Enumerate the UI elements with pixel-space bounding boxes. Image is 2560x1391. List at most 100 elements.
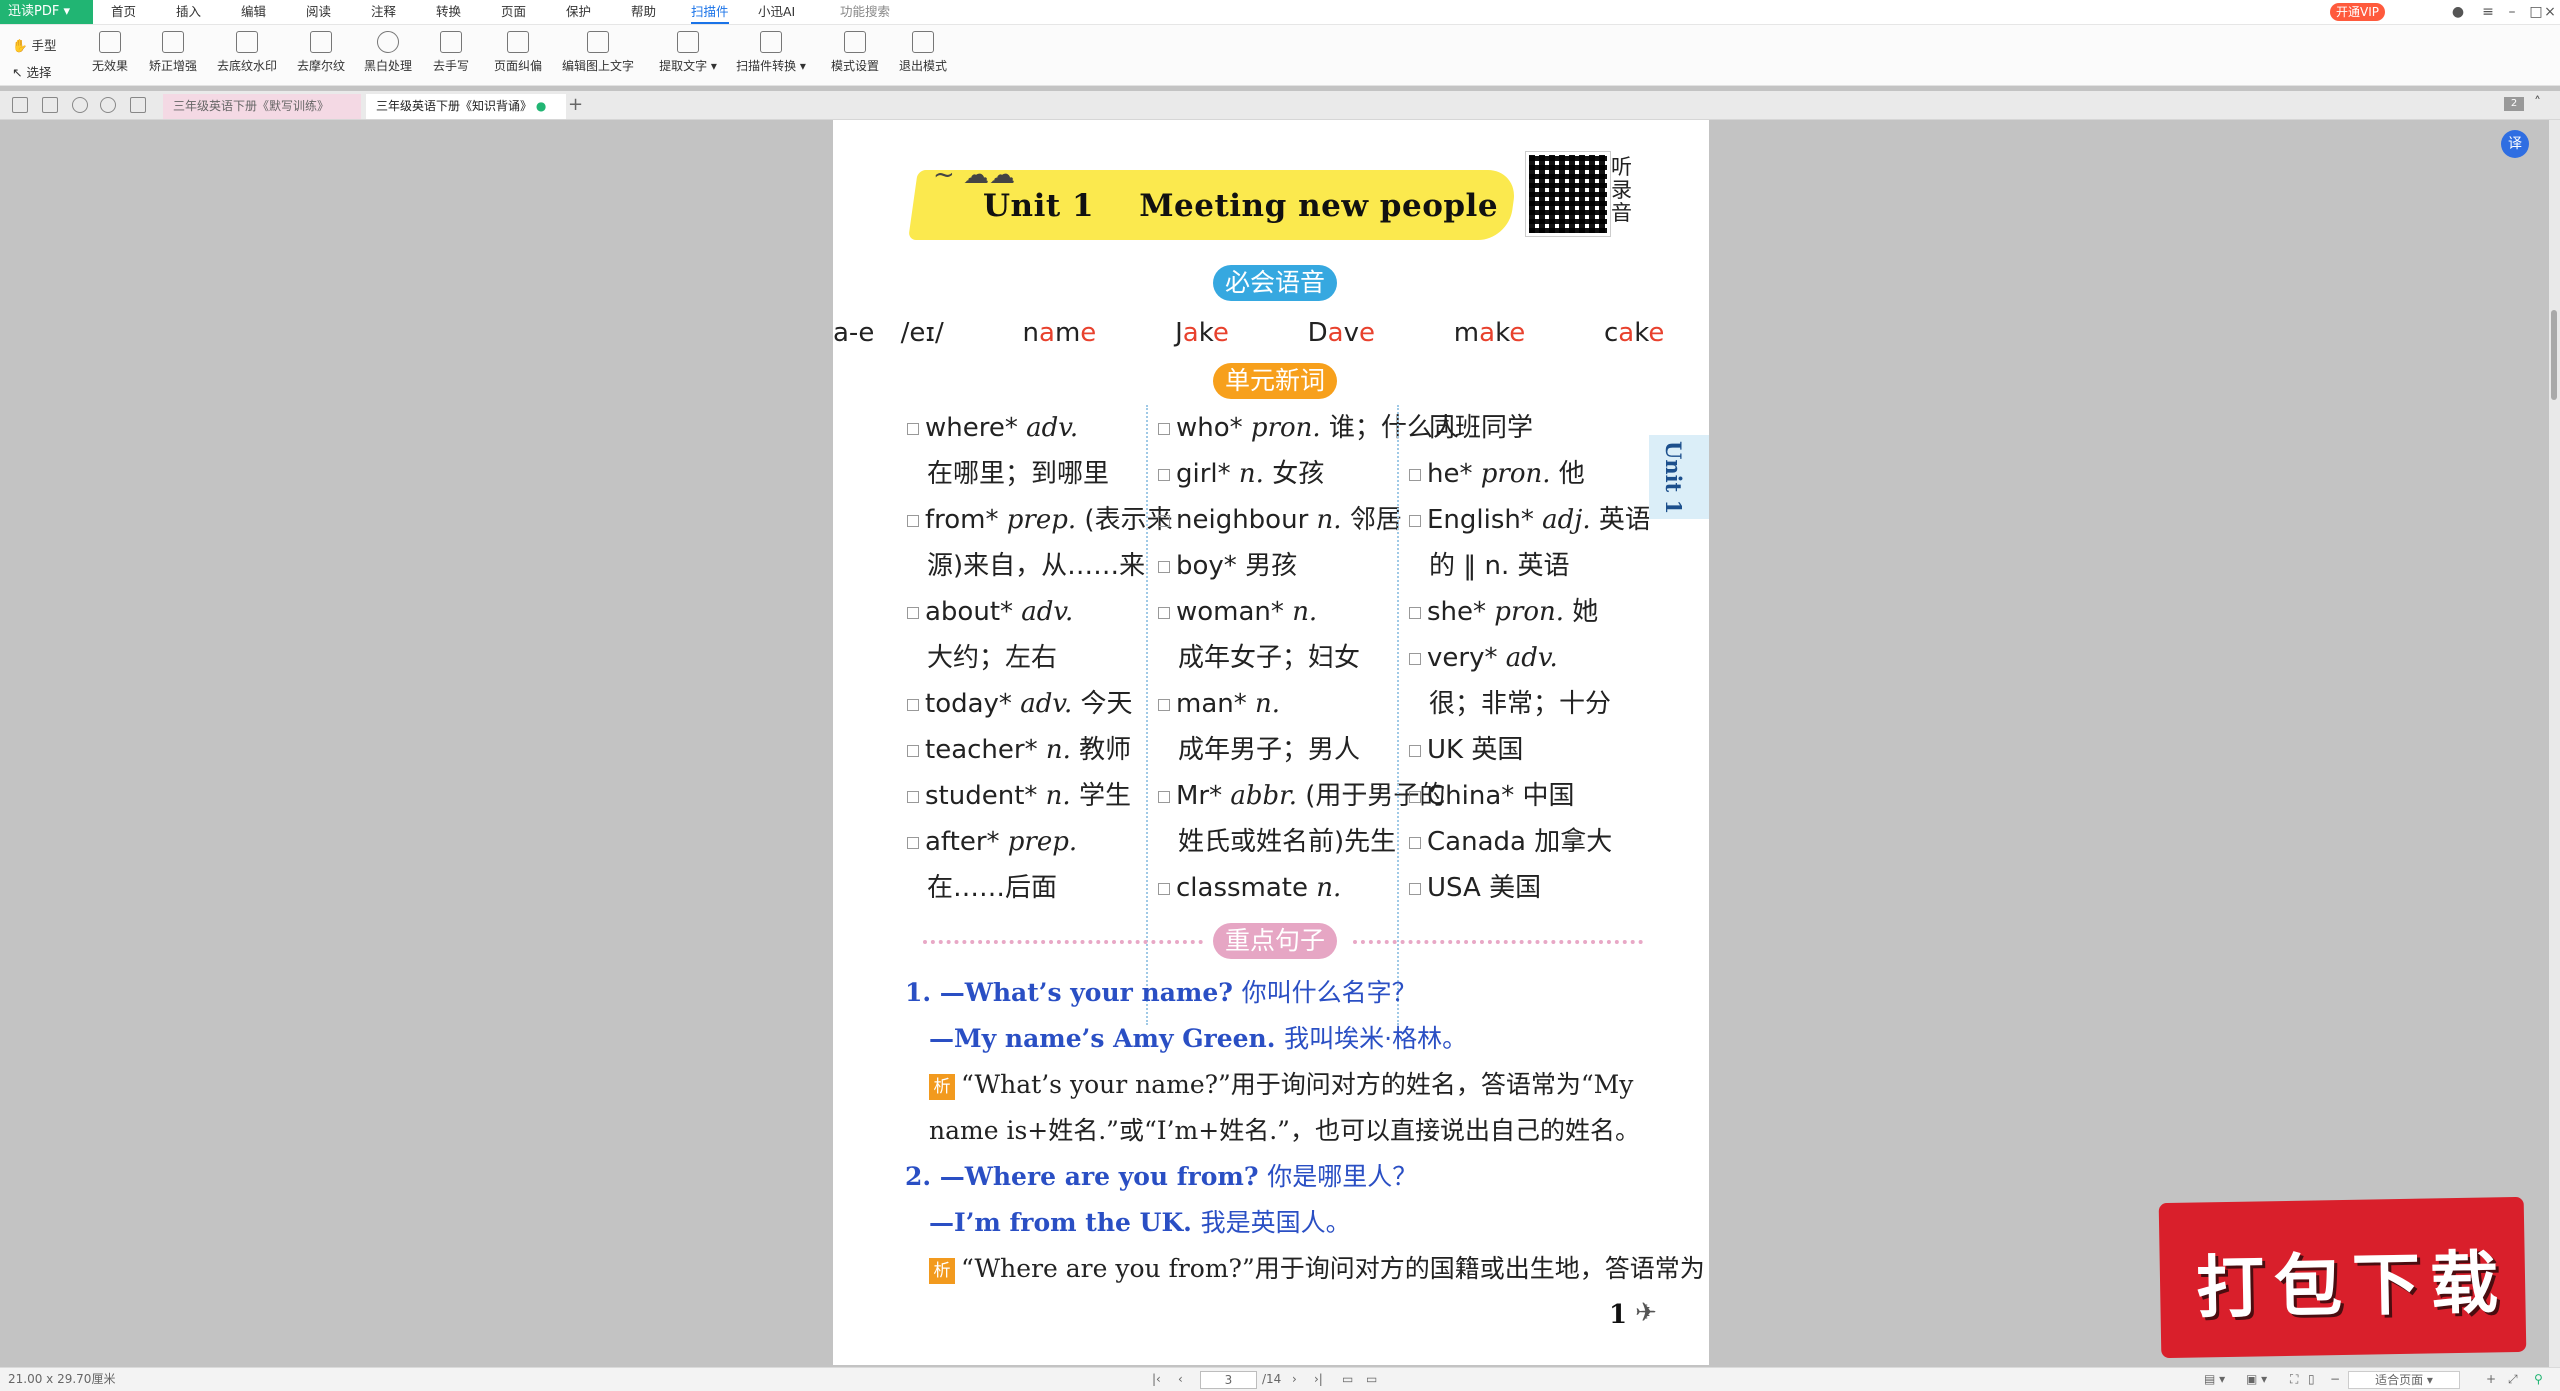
vocab-meaning: 英国 <box>1471 735 1524 765</box>
menu-annotate[interactable]: 注释 <box>371 0 396 24</box>
menu-protect[interactable]: 保护 <box>566 0 591 24</box>
save-icon[interactable] <box>42 97 58 113</box>
qr-code[interactable] <box>1526 152 1610 236</box>
last-page-button[interactable]: ›| <box>1314 1368 1323 1391</box>
phonics-part: m <box>1054 318 1081 348</box>
checkbox-icon[interactable] <box>1158 422 1170 435</box>
vocab-row: 成年女子；妇女 <box>1158 635 1398 681</box>
fit-width-icon[interactable]: ▭ <box>1342 1368 1353 1391</box>
checkbox-icon[interactable] <box>1409 744 1421 757</box>
translate-float-button[interactable]: 译 <box>2501 130 2529 158</box>
vocab-row: girl* n. 女孩 <box>1158 451 1398 497</box>
fit-page-icon[interactable]: ⤢ <box>2508 1368 2518 1391</box>
page-deskew-button[interactable]: 页面纠偏 <box>478 31 558 74</box>
menu-edit[interactable]: 编辑 <box>241 0 266 24</box>
vip-button[interactable]: 开通VIP <box>2330 3 2385 21</box>
vocab-word: neighbour <box>1176 505 1317 535</box>
scrollbar-thumb[interactable] <box>2551 310 2557 400</box>
phonics-part: m <box>1375 318 1480 348</box>
tab-count-badge[interactable]: 2 <box>2504 97 2524 111</box>
first-page-button[interactable]: |‹ <box>1152 1368 1161 1391</box>
close-button[interactable]: × <box>2538 0 2560 24</box>
checkbox-icon[interactable] <box>907 422 919 435</box>
next-page-button[interactable]: › <box>1292 1368 1297 1391</box>
page-number-input[interactable]: 3 <box>1200 1371 1257 1389</box>
vocab-word: English* <box>1427 505 1543 535</box>
redo-icon[interactable] <box>100 97 116 113</box>
eye-care-icon[interactable]: ⚲ <box>2534 1368 2543 1391</box>
select-tool[interactable]: ↖ 选择 <box>12 62 51 81</box>
print-icon[interactable] <box>12 97 28 113</box>
download-promo-banner[interactable]: 打包下载 <box>2158 1196 2527 1359</box>
paper-plane-icon: ✈ <box>1635 1298 1657 1328</box>
new-tab-button[interactable]: + <box>568 94 583 115</box>
checkbox-icon[interactable] <box>1158 514 1170 527</box>
collapse-icon[interactable]: ˄ <box>2534 95 2541 111</box>
checkbox-icon[interactable] <box>1409 606 1421 619</box>
tab-knowledge-recitation[interactable]: 三年级英语下册《知识背诵》 ● <box>366 94 566 119</box>
zoom-in-button[interactable]: + <box>2486 1368 2496 1391</box>
minimize-button[interactable]: – <box>2500 0 2524 24</box>
exit-mode-button[interactable]: 退出模式 <box>883 31 963 74</box>
edit-image-text-button[interactable]: 编辑图上文字 <box>558 31 638 74</box>
prev-page-button[interactable]: ‹ <box>1178 1368 1183 1391</box>
menu-scan[interactable]: 扫描件 <box>691 0 729 24</box>
phonics-part: v <box>1343 318 1359 348</box>
extract-text-button[interactable]: 提取文字 ▾ <box>648 31 728 74</box>
checkbox-icon[interactable] <box>1158 882 1170 895</box>
vocab-word: today* <box>925 689 1021 719</box>
vocab-word: classmate <box>1176 873 1317 903</box>
avatar[interactable]: ● <box>2446 0 2470 24</box>
vocab-row: 在……后面 <box>907 865 1147 911</box>
checkbox-icon[interactable] <box>907 606 919 619</box>
menu-page[interactable]: 页面 <box>501 0 526 24</box>
checkbox-icon[interactable] <box>1409 882 1421 895</box>
checkbox-icon[interactable] <box>1158 790 1170 803</box>
checkbox-icon[interactable] <box>1158 468 1170 481</box>
vocab-pos: pron. <box>1494 597 1573 627</box>
checkbox-icon[interactable] <box>1409 836 1421 849</box>
menu-read[interactable]: 阅读 <box>306 0 331 24</box>
undo-icon[interactable] <box>72 97 88 113</box>
menu-convert[interactable]: 转换 <box>436 0 461 24</box>
enhance-button[interactable]: 矫正增强 <box>133 31 213 74</box>
menu-help[interactable]: 帮助 <box>631 0 656 24</box>
layout-icon[interactable]: ▣ ▾ <box>2246 1368 2267 1391</box>
home-icon[interactable] <box>130 97 146 113</box>
menu-home[interactable]: 首页 <box>111 0 136 24</box>
read-mode-icon[interactable]: ▯ <box>2308 1368 2315 1391</box>
vocab-meaning: 成年男子；男人 <box>1178 735 1361 765</box>
checkbox-icon[interactable] <box>1409 652 1421 665</box>
rotate-icon[interactable]: ▭ <box>1366 1368 1377 1391</box>
checkbox-icon[interactable] <box>1409 790 1421 803</box>
menu-insert[interactable]: 插入 <box>176 0 201 24</box>
checkbox-icon[interactable] <box>907 514 919 527</box>
zoom-select[interactable]: 适合页面 ▾ <box>2348 1371 2460 1389</box>
feature-search[interactable]: 功能搜索 <box>840 0 890 24</box>
zoom-out-button[interactable]: − <box>2330 1368 2340 1391</box>
section-words: 单元新词 <box>1213 363 1338 399</box>
phonics-part: k <box>1634 318 1649 348</box>
checkbox-icon[interactable] <box>1158 560 1170 573</box>
checkbox-icon[interactable] <box>907 744 919 757</box>
menu-ai[interactable]: 小迅AI <box>758 0 795 24</box>
checkbox-icon[interactable] <box>1158 606 1170 619</box>
vocab-row: China* 中国 <box>1409 773 1649 819</box>
checkbox-icon[interactable] <box>1409 468 1421 481</box>
remove-watermark-button[interactable]: 去底纹水印 <box>207 31 287 74</box>
scan-convert-button[interactable]: 扫描件转换 ▾ <box>731 31 811 74</box>
checkbox-icon[interactable] <box>907 836 919 849</box>
view-mode-icon[interactable]: ▤ ▾ <box>2204 1368 2225 1391</box>
phonics-part: D <box>1228 318 1328 348</box>
fullscreen-icon[interactable]: ⛶ <box>2290 1368 2298 1391</box>
tab-dictation-training[interactable]: 三年级英语下册《默写训练》 <box>163 94 361 119</box>
checkbox-icon[interactable] <box>907 790 919 803</box>
hand-tool[interactable]: ✋ 手型 <box>12 35 57 54</box>
checkbox-icon[interactable] <box>1409 514 1421 527</box>
vocab-word: China* <box>1427 781 1523 811</box>
checkbox-icon[interactable] <box>1158 698 1170 711</box>
vertical-scrollbar[interactable] <box>2549 120 2560 1367</box>
checkbox-icon[interactable] <box>907 698 919 711</box>
app-brand-button[interactable]: 迅读PDF ▾ <box>0 0 93 24</box>
menu-icon[interactable]: ≡ <box>2476 0 2500 24</box>
